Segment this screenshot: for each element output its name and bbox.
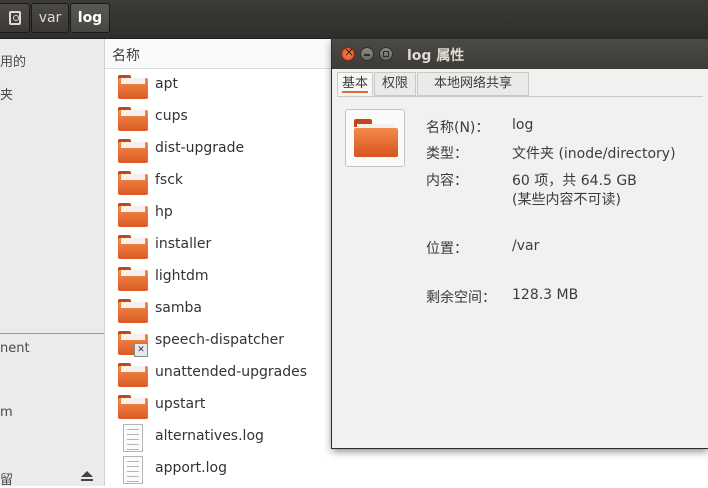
dialog-title: log 属性 (407, 48, 465, 64)
sidebar-divider (0, 333, 104, 334)
file-name: installer (155, 236, 212, 252)
folder-icon (118, 203, 148, 227)
sidebar: 用的 夹 nent m 留 (0, 39, 105, 488)
minimize-icon[interactable] (360, 47, 374, 61)
text-file-icon (123, 424, 143, 452)
free-space-value: 128.3 MB (512, 287, 579, 303)
close-icon[interactable] (341, 45, 355, 61)
file-name: upstart (155, 396, 206, 412)
column-header-label: 名称 (112, 48, 140, 64)
disk-icon (9, 11, 21, 25)
location-value: /var (512, 238, 540, 254)
file-name: apt (155, 76, 178, 92)
name-label: 名称(N)： (426, 120, 490, 136)
file-name: apport.log (155, 460, 227, 476)
type-value: 文件夹 (inode/directory) (512, 146, 676, 162)
contents-note: (某些内容不可读) (512, 192, 621, 208)
sidebar-item-device[interactable]: nent (0, 341, 30, 356)
folder-icon (118, 107, 148, 131)
folder-icon (118, 171, 148, 195)
file-name: hp (155, 204, 173, 220)
folder-icon (118, 267, 148, 291)
free-space-label: 剩余空间： (426, 290, 496, 306)
file-name: fsck (155, 172, 184, 188)
type-label: 类型： (426, 146, 468, 162)
list-item[interactable]: apport.log (105, 454, 708, 486)
folder-icon (118, 235, 148, 259)
folder-icon (118, 395, 148, 419)
eject-icon[interactable] (80, 471, 94, 483)
dialog-titlebar[interactable]: log 属性 (332, 39, 708, 69)
maximize-icon[interactable] (379, 47, 393, 61)
sidebar-item-system[interactable]: m (0, 405, 13, 420)
file-name: lightdm (155, 268, 209, 284)
file-name: samba (155, 300, 202, 316)
text-file-icon (123, 456, 143, 484)
folder-icon (354, 119, 398, 157)
file-name: unattended-upgrades (155, 364, 308, 380)
path-bar: var log (0, 0, 708, 39)
path-crumb-disk[interactable] (0, 3, 30, 33)
folder-icon (118, 299, 148, 323)
file-name: speech-dispatcher (155, 332, 284, 348)
contents-value: 60 项，共 64.5 GB (512, 173, 637, 189)
tab-permissions[interactable]: 权限 (374, 72, 416, 96)
properties-dialog: log 属性 基本 权限 本地网络共享 名称(N)： log 类型： 文件夹 (… (332, 39, 708, 448)
name-value[interactable]: log (512, 117, 533, 133)
folder-icon-button[interactable] (345, 109, 405, 167)
location-label: 位置： (426, 241, 468, 257)
file-name: cups (155, 108, 188, 124)
basic-panel: 名称(N)： log 类型： 文件夹 (inode/directory) 内容：… (337, 97, 703, 442)
folder-icon (118, 139, 148, 163)
folder-icon (118, 363, 148, 387)
file-name: dist-upgrade (155, 140, 245, 156)
sidebar-item-folder[interactable]: 夹 (0, 84, 13, 103)
path-crumb-var[interactable]: var (31, 3, 69, 33)
locked-folder-icon: ✕ (118, 331, 148, 357)
sidebar-item-recent[interactable]: 用的 (0, 51, 26, 70)
tab-local-network-share[interactable]: 本地网络共享 (417, 72, 529, 96)
tab-basic-label: 基本 (341, 76, 368, 93)
path-crumb-log[interactable]: log (70, 3, 110, 33)
folder-icon (118, 75, 148, 99)
file-name: alternatives.log (155, 428, 264, 444)
sidebar-item-reserved[interactable]: 留 (0, 469, 13, 488)
contents-label: 内容： (426, 173, 468, 189)
tab-basic[interactable]: 基本 (337, 72, 373, 96)
